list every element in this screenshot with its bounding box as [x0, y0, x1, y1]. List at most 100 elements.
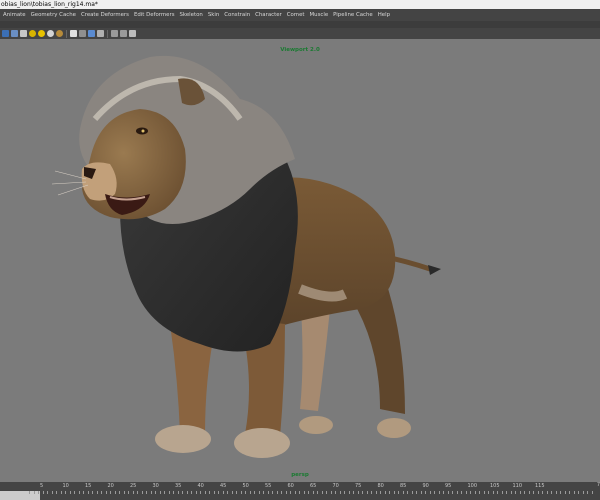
timeline-tick	[92, 491, 93, 494]
time-slider[interactable]: 5 10 15 20 25 30 35 40 45 50 55 60 65 70 75 80 85 90 95 100…	[0, 482, 600, 500]
menu-item-geometry-cache[interactable]: Geometry Cache	[31, 9, 76, 21]
timeline-tick	[164, 491, 165, 494]
timeline-tick	[146, 491, 147, 494]
timeline-tick	[411, 491, 413, 494]
menu-item-muscle[interactable]: Muscle	[310, 9, 329, 21]
smooth-shade-icon[interactable]	[29, 30, 36, 37]
main-menubar: Animate Geometry Cache Create Deformers Edi…	[0, 9, 600, 21]
timeline-tick	[191, 491, 192, 494]
timeline-tick	[452, 491, 453, 494]
timeline-tick	[515, 491, 516, 494]
menu-item-pipeline-cache[interactable]: Pipeline Cache	[333, 9, 373, 21]
timeline-tick	[537, 491, 539, 494]
shadow-icon[interactable]	[47, 30, 54, 37]
timeline-tick	[29, 491, 30, 494]
menu-item-skeleton[interactable]: Skeleton	[180, 9, 203, 21]
film-gate-icon[interactable]	[120, 30, 127, 37]
timeline-tick	[573, 491, 575, 494]
timeline-tick	[87, 491, 89, 494]
timeline-tick	[591, 491, 593, 494]
timeline-tick	[267, 491, 269, 494]
timeline-tick	[182, 491, 183, 494]
timeline-tick	[470, 491, 471, 494]
timeline-tick	[380, 491, 381, 494]
timeline-tick	[578, 491, 579, 494]
timeline-tick	[213, 491, 215, 494]
camera-label: persp	[291, 472, 309, 478]
timeline-tick	[281, 491, 282, 494]
resolution-gate-icon[interactable]	[111, 30, 118, 37]
textures-icon[interactable]	[56, 30, 63, 37]
timeline-tick	[173, 491, 174, 494]
timeline-frame-label: 95	[445, 483, 452, 489]
timeline-tick	[159, 491, 161, 494]
timeline-tick	[326, 491, 327, 494]
timeline-tick	[74, 491, 75, 494]
timeline-tick	[438, 491, 440, 494]
timeline-tick	[47, 491, 48, 494]
timeline-tick	[551, 491, 552, 494]
grid-icon[interactable]	[79, 30, 86, 37]
timeline-tick	[506, 491, 507, 494]
window-titlebar: obias_lion\tobias_lion_rig14.ma*	[0, 0, 600, 9]
menu-item-character[interactable]: Character	[255, 9, 282, 21]
timeline-tick	[254, 491, 255, 494]
timeline-tick	[447, 491, 449, 494]
timeline-frame-label: 25	[130, 483, 137, 489]
select-tool-icon[interactable]	[2, 30, 9, 37]
timeline-frame-label: 100	[467, 483, 478, 489]
timeline-frame-label: 55	[265, 483, 272, 489]
wireframe-icon[interactable]	[20, 30, 27, 37]
timeline-tick	[128, 491, 129, 494]
safe-frame-icon[interactable]	[129, 30, 136, 37]
timeline-tick	[150, 491, 152, 494]
timeline-tick	[294, 491, 296, 494]
menu-item-edit-deformers[interactable]: Edit Deformers	[134, 9, 175, 21]
timeline-tick	[330, 491, 332, 494]
timeline-tick	[303, 491, 305, 494]
camera-icon[interactable]	[70, 30, 77, 37]
timeline-tick	[443, 491, 444, 494]
menu-item-animate[interactable]: Animate	[3, 9, 26, 21]
timeline-frame-label: 110	[512, 483, 523, 489]
timeline-ticks	[0, 491, 600, 500]
timeline-tick	[407, 491, 408, 494]
lasso-tool-icon[interactable]	[11, 30, 18, 37]
timeline-frame-label: 5	[40, 483, 44, 489]
timeline-tick	[384, 491, 386, 494]
timeline-tick	[425, 491, 426, 494]
menu-item-help[interactable]: Help	[378, 9, 390, 21]
isolate-icon[interactable]	[88, 30, 95, 37]
timeline-frame-label: 45	[220, 483, 227, 489]
timeline-tick	[344, 491, 345, 494]
timeline-frame-label: 85	[400, 483, 407, 489]
timeline-tick	[416, 491, 417, 494]
menu-item-comet[interactable]: Comet	[287, 9, 305, 21]
timeline-tick	[353, 491, 354, 494]
menu-item-create-deformers[interactable]: Create Deformers	[81, 9, 129, 21]
timeline-tick	[465, 491, 467, 494]
timeline-tick	[137, 491, 138, 494]
timeline-tick	[497, 491, 498, 494]
timeline-tick	[78, 491, 80, 494]
timeline-tick	[60, 491, 62, 494]
3d-viewport[interactable]: Viewport 2.0 persp	[0, 39, 600, 482]
timeline-tick	[222, 491, 224, 494]
timeline-tick	[186, 491, 188, 494]
timeline-tick	[560, 491, 561, 494]
timeline-tick	[488, 491, 489, 494]
menu-item-skin[interactable]: Skin	[208, 9, 219, 21]
timeline-tick	[371, 491, 372, 494]
timeline-tick	[42, 491, 44, 494]
lion-model[interactable]	[0, 39, 600, 482]
timeline-frame-label: 30	[152, 483, 159, 489]
timeline-frame-label: 70	[332, 483, 339, 489]
timeline-tick	[285, 491, 287, 494]
xray-icon[interactable]	[97, 30, 104, 37]
lighting-icon[interactable]	[38, 30, 45, 37]
window-title: obias_lion\tobias_lion_rig14.ma*	[1, 1, 98, 8]
timeline-tick	[348, 491, 350, 494]
menu-item-constrain[interactable]: Constrain	[224, 9, 250, 21]
timeline-tick	[357, 491, 359, 494]
timeline-tick	[335, 491, 336, 494]
